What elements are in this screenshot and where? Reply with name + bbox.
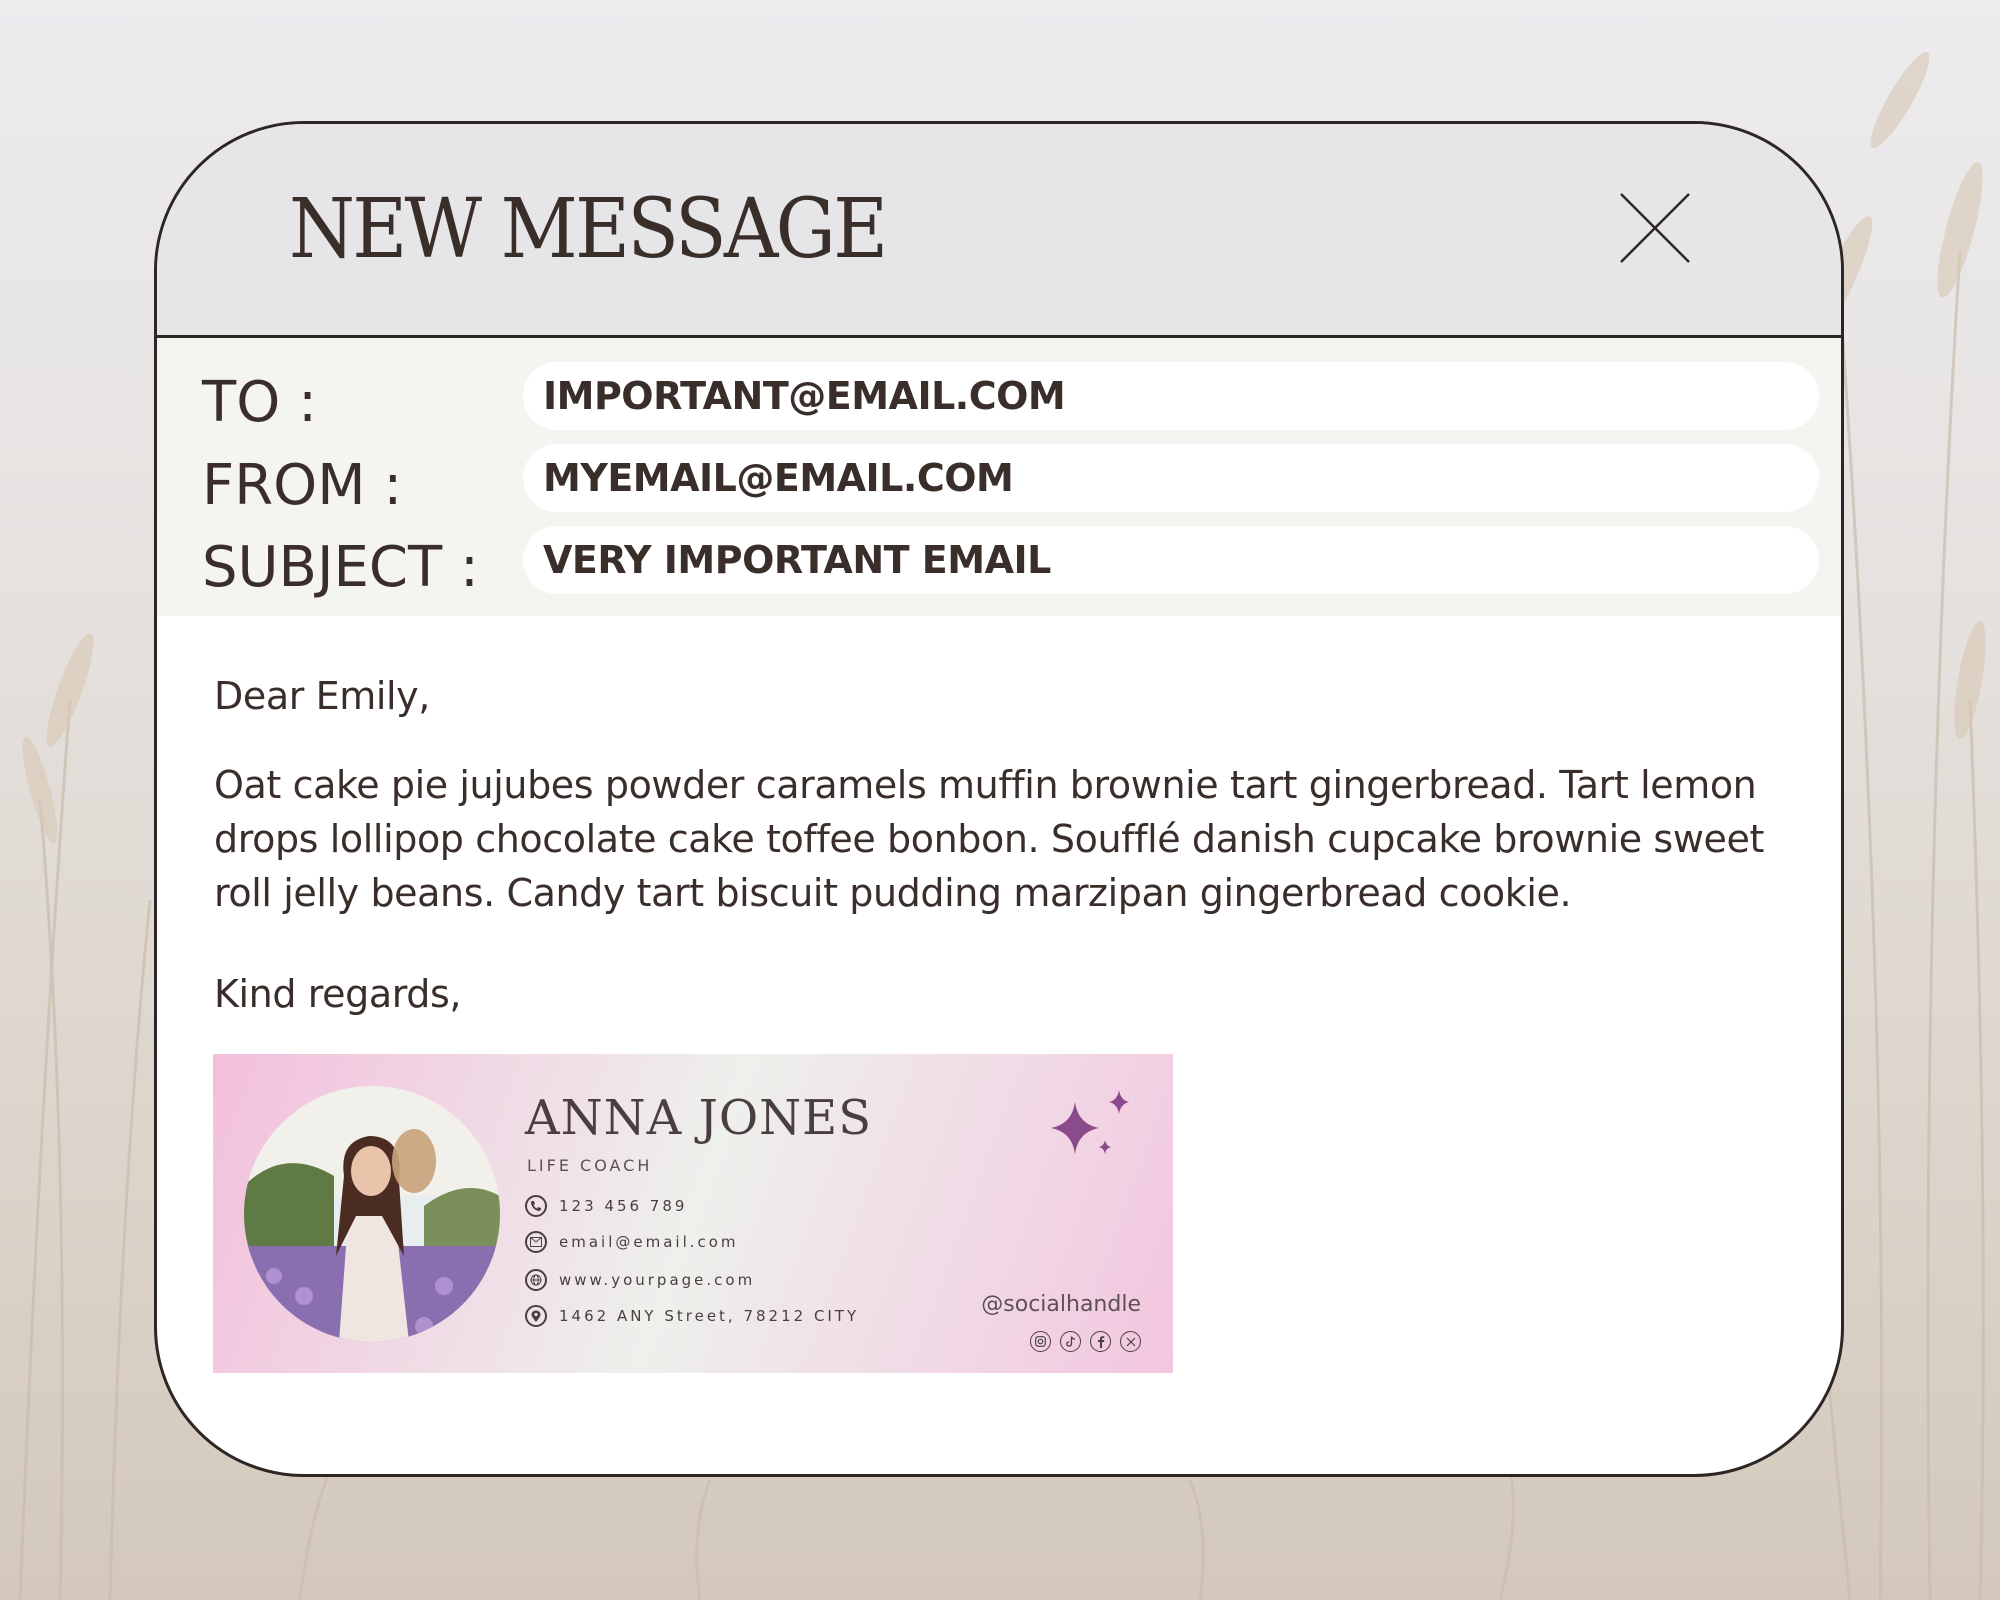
signature-phone[interactable]: 123 456 789 [559,1197,687,1215]
title-bar: NEW MESSAGE [157,124,1841,338]
mail-icon [525,1231,547,1253]
signature-email-row: email@email.com [525,1230,739,1254]
tiktok-icon[interactable] [1060,1331,1081,1352]
facebook-icon[interactable] [1090,1331,1111,1352]
to-field[interactable]: IMPORTANT@EMAIL.COM [523,362,1819,430]
message-closing: Kind regards, [214,972,462,1016]
header-fields: TO : IMPORTANT@EMAIL.COM FROM : MYEMAIL@… [157,338,1841,616]
subject-field[interactable]: VERY IMPORTANT EMAIL [523,526,1819,594]
close-button[interactable] [1619,192,1691,264]
social-handle[interactable]: @socialhandle [981,1292,1141,1317]
phone-icon [525,1195,547,1217]
signature-website[interactable]: www.yourpage.com [559,1271,755,1289]
sparkle-icon [1051,1090,1129,1154]
subject-label: SUBJECT : [202,535,479,600]
close-icon [1620,193,1690,263]
instagram-icon[interactable] [1030,1331,1051,1352]
social-icons [1030,1331,1141,1352]
signature-phone-row: 123 456 789 [525,1194,687,1218]
to-label: TO : [202,370,317,435]
x-icon[interactable] [1120,1331,1141,1352]
new-message-window: NEW MESSAGE TO : IMPORTANT@EMAIL.COM FRO… [154,121,1844,1477]
signature-name: ANNA JONES [525,1090,873,1146]
globe-icon [525,1269,547,1291]
profile-photo [244,1086,500,1342]
message-greeting: Dear Emily, [214,674,430,718]
signature-role: LIFE COACH [527,1156,653,1175]
from-label: FROM : [202,453,403,518]
message-body[interactable]: Oat cake pie jujubes powder caramels muf… [214,758,1774,920]
signature-address: 1462 ANY Street, 78212 CITY [559,1307,860,1325]
from-field[interactable]: MYEMAIL@EMAIL.COM [523,444,1819,512]
email-signature: ANNA JONES LIFE COACH 123 456 789 email@… [213,1054,1173,1373]
window-title: NEW MESSAGE [289,182,888,277]
signature-email[interactable]: email@email.com [559,1233,739,1251]
signature-website-row: www.yourpage.com [525,1268,755,1292]
signature-address-row: 1462 ANY Street, 78212 CITY [525,1304,859,1328]
location-pin-icon [525,1305,547,1327]
